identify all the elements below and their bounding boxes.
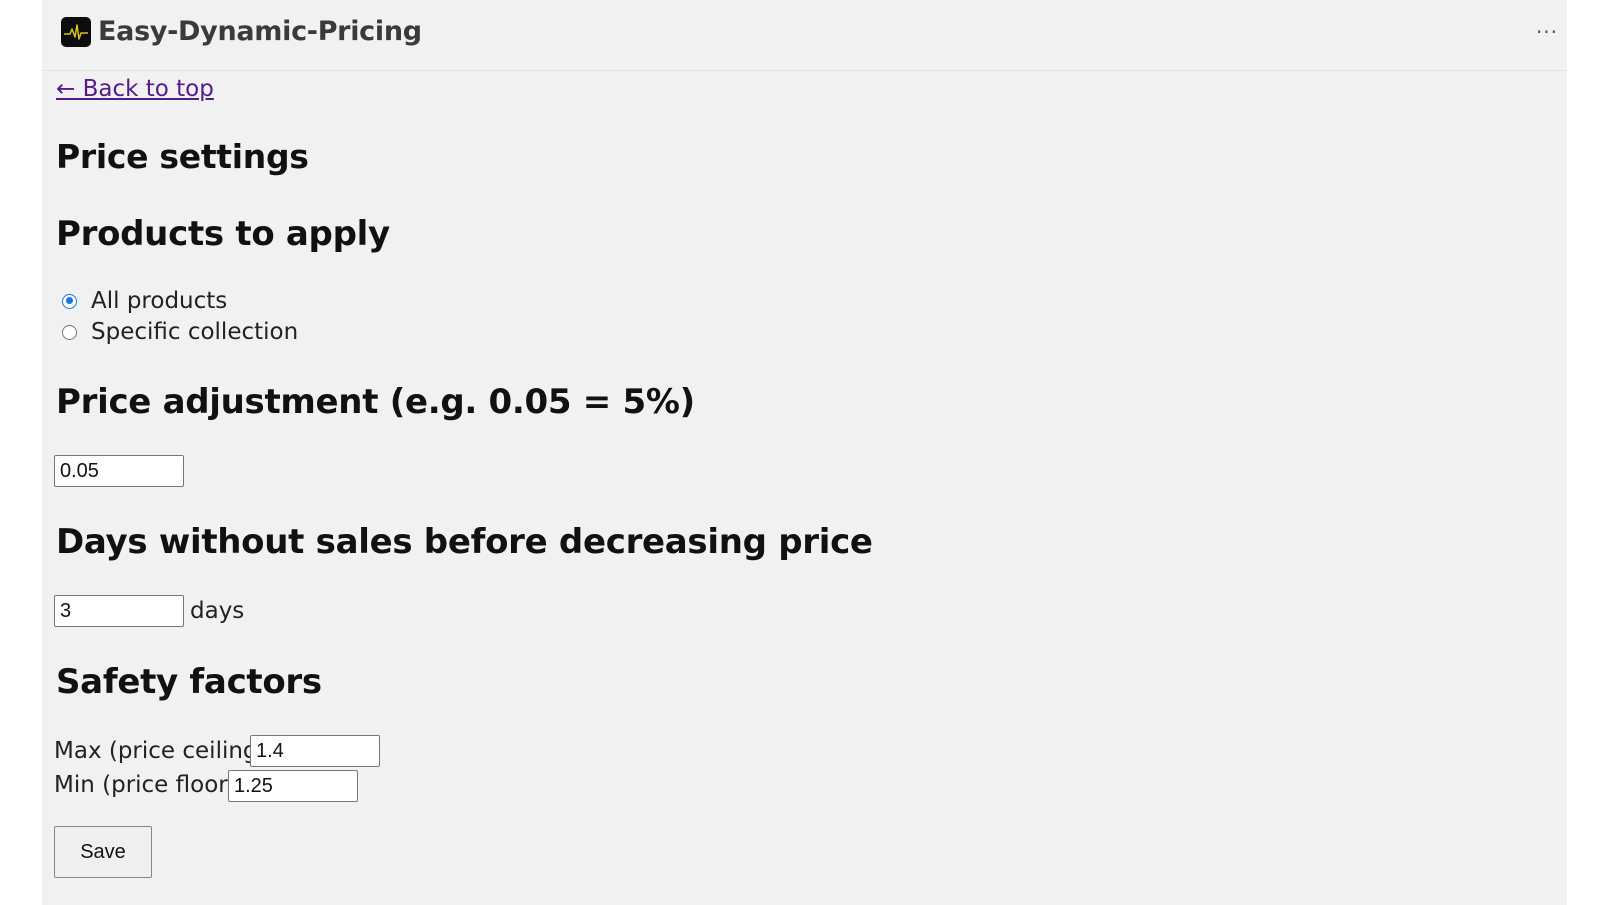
page-title: Price settings	[56, 137, 309, 176]
days-without-sales-heading: Days without sales before decreasing pri…	[56, 522, 873, 562]
save-button[interactable]: Save	[54, 826, 152, 878]
radio-all-products[interactable]: All products	[62, 286, 227, 316]
back-to-top-link[interactable]: ← Back to top	[56, 74, 214, 104]
app-titlebar: Easy-Dynamic-Pricing ···	[42, 0, 1567, 71]
min-price-floor-label: Min (price floor)	[54, 772, 237, 798]
products-heading: Products to apply	[56, 214, 390, 254]
min-price-floor-input[interactable]	[228, 770, 358, 802]
safety-factors-heading: Safety factors	[56, 662, 322, 702]
radio-label-specific-collection: Specific collection	[91, 319, 299, 345]
radio-specific-collection[interactable]: Specific collection	[62, 317, 298, 347]
days-without-sales-input[interactable]	[54, 595, 184, 627]
more-options-icon[interactable]: ···	[1527, 14, 1567, 50]
app-frame: Easy-Dynamic-Pricing ··· ← Back to top P…	[42, 0, 1567, 905]
days-unit-label: days	[190, 598, 245, 624]
max-price-ceiling-label: Max (price ceiling)	[54, 738, 267, 764]
radio-button-unchecked[interactable]	[62, 324, 77, 340]
app-title: Easy-Dynamic-Pricing	[98, 16, 422, 47]
radio-button-checked[interactable]	[62, 293, 77, 309]
radio-label-all-products: All products	[91, 288, 228, 314]
pricing-chart-logo-icon	[61, 17, 91, 47]
price-adjustment-input[interactable]	[54, 455, 184, 487]
price-adjustment-heading: Price adjustment (e.g. 0.05 = 5%)	[56, 382, 695, 422]
max-price-ceiling-input[interactable]	[250, 735, 380, 767]
